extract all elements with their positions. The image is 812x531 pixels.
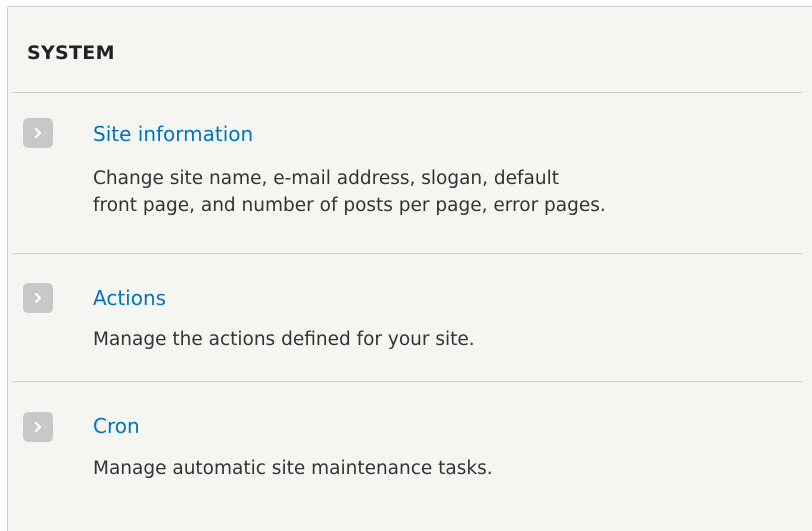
divider: [13, 253, 802, 254]
description-line: front page, and number of posts per page…: [93, 195, 606, 216]
actions-link[interactable]: Actions: [93, 286, 166, 310]
site-information-link[interactable]: Site information: [93, 122, 253, 146]
description-line: Manage automatic site maintenance tasks.: [93, 458, 493, 479]
cron-description: Manage automatic site maintenance tasks.: [93, 455, 793, 482]
description-line: Manage the actions defined for your site…: [93, 329, 475, 350]
site-information-description: Change site name, e-mail address, slogan…: [93, 165, 793, 219]
chevron-right-icon[interactable]: [23, 283, 53, 313]
chevron-right-icon[interactable]: [23, 118, 53, 148]
actions-description: Manage the actions defined for your site…: [93, 326, 793, 353]
description-line: Change site name, e-mail address, slogan…: [93, 168, 560, 189]
system-panel: SYSTEM Site information Change site name…: [7, 6, 812, 531]
divider: [13, 92, 802, 93]
cron-link[interactable]: Cron: [93, 414, 140, 438]
chevron-right-icon[interactable]: [23, 412, 53, 442]
divider: [13, 381, 802, 382]
section-title: SYSTEM: [27, 42, 115, 64]
